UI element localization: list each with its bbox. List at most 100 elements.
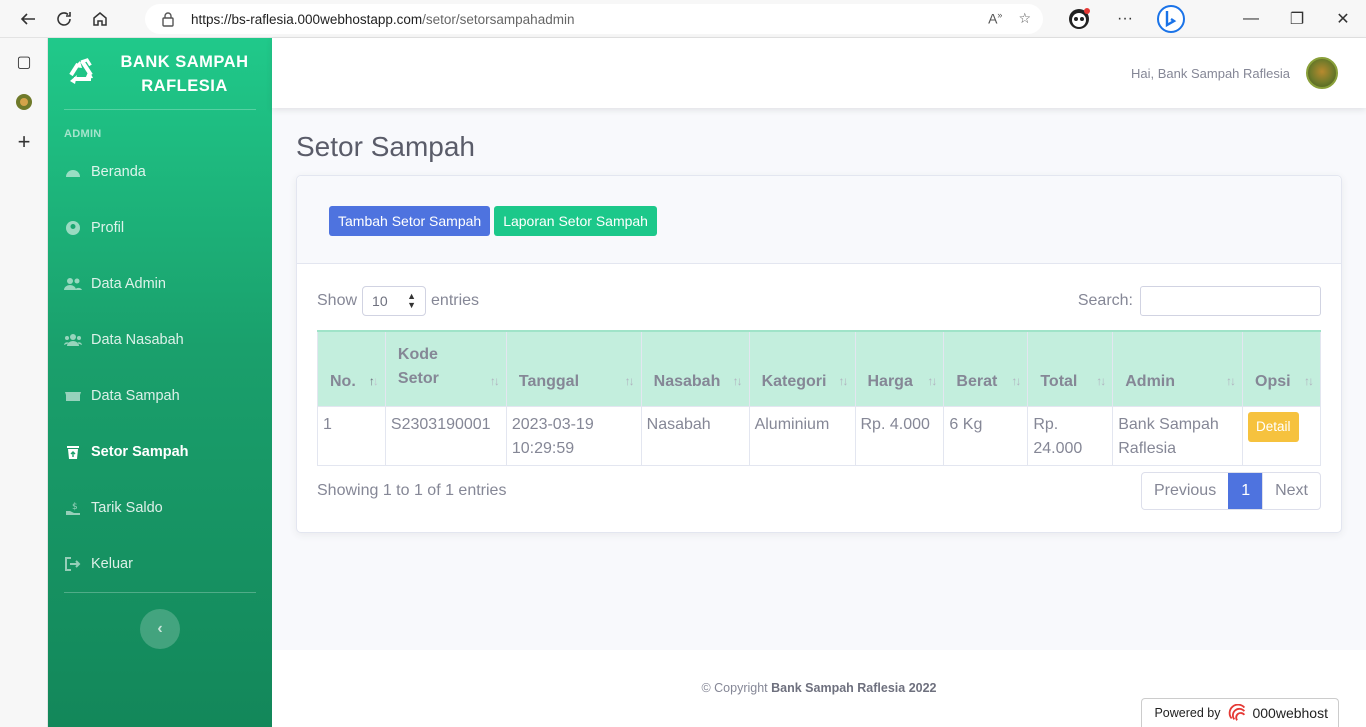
datatable-controls: Show 10 ▲ ▼ entries Search: [317,285,1321,317]
card-header: Tambah Setor Sampah Laporan Setor Sampah [297,176,1341,264]
sidebar-item-data-sampah[interactable]: Data Sampah [48,368,272,424]
brand[interactable]: BANK SAMPAH RAFLESIA [48,38,272,109]
new-tab-icon[interactable]: + [0,122,48,162]
column-header-kategori[interactable]: Kategori ↑↓ [748,330,856,407]
sidebar-item-profil[interactable]: Profil [48,200,272,256]
restore-icon[interactable]: ❐ [1274,0,1320,38]
sidebar-divider-bottom [64,592,256,593]
column-header-opsi[interactable]: Opsi ↑↓ [1242,330,1321,407]
column-header-no[interactable]: No. ↑↓ [317,330,386,407]
user-greeting[interactable]: Hai, Bank Sampah Raflesia [1131,66,1290,81]
report-setor-button[interactable]: Laporan Setor Sampah [494,206,657,236]
sidebar-heading: ADMIN [64,128,102,140]
svg-text:$: $ [72,502,78,512]
webhost-logo-icon [1228,704,1248,721]
table-info: Showing 1 to 1 of 1 entries [317,482,507,499]
cell-berat: 6 Kg [943,405,1029,466]
search-label: Search: [1077,292,1133,309]
pagination: Previous 1 Next [1140,472,1321,510]
sidebar-item-label: Data Sampah [91,388,180,404]
minimize-icon[interactable]: — [1228,0,1274,38]
brand-line2: RAFLESIA [141,76,228,95]
close-window-icon[interactable]: ✕ [1320,0,1366,38]
column-header-kode-setor[interactable]: Kode Setor ↑↓ [384,330,507,407]
tab-actions-icon[interactable]: ▢ [0,42,48,82]
datatable-footer: Showing 1 to 1 of 1 entries Previous 1 N… [317,472,1321,510]
brand-line1: BANK SAMPAH [120,52,249,71]
cell-total: Rp. 24.000 [1027,405,1114,466]
show-label: Show [317,292,358,309]
sidebar-item-label: Data Nasabah [91,332,184,348]
column-header-harga[interactable]: Harga ↑↓ [854,330,945,407]
column-header-nasabah[interactable]: Nasabah ↑↓ [640,330,750,407]
sort-icon: ↑↓ [1226,373,1236,388]
sidebar-item-setor-sampah[interactable]: Setor Sampah [48,424,272,480]
sort-icon: ↑↓ [732,373,743,388]
sidebar-item-data-admin[interactable]: Data Admin [48,256,272,312]
sidebar-toggle-button[interactable]: ‹ [140,609,180,649]
recycle-icon [64,56,100,92]
cell-tanggal: 2023-03-19 10:29:59 [505,405,642,466]
sidebar-item-data-nasabah[interactable]: Data Nasabah [48,312,272,368]
avatar[interactable] [1306,57,1338,89]
url-host: https://bs-raflesia.000webhostapp.com [191,11,423,27]
top-navbar: Hai, Bank Sampah Raflesia [272,38,1366,108]
more-options-icon[interactable]: ··· [1102,0,1148,38]
sidebar-item-label: Data Admin [91,276,166,292]
powered-brand: 000webhost [1252,705,1328,721]
entries-label: entries [431,292,480,309]
hand-money-icon: $ [64,500,82,516]
sidebar-item-beranda[interactable]: Beranda [48,144,272,200]
pagination-previous[interactable]: Previous [1142,473,1228,509]
back-icon[interactable] [10,4,46,34]
browser-side-tabs: ▢ + [0,38,48,727]
sort-asc-icon: ↑↓ [368,373,379,388]
copyright-owner: Bank Sampah Raflesia 2022 [771,681,937,695]
address-bar[interactable]: https://bs-raflesia.000webhostapp.com/se… [145,4,1043,34]
lock-icon [161,11,177,27]
select-caret-icon: ▲ ▼ [407,291,417,310]
pagination-page-1[interactable]: 1 [1228,473,1263,509]
search-input[interactable] [1140,286,1321,316]
table-row: 1 S2303190001 2023-03-19 10:29:59 Nasaba… [317,405,1321,466]
cell-kode-setor: S2303190001 [384,405,507,466]
bing-chat-icon[interactable] [1148,0,1194,38]
extension-panda-icon[interactable] [1056,0,1102,38]
entries-length-select[interactable]: 10 ▲ ▼ [362,286,427,316]
sidebar-item-label: Tarik Saldo [91,500,163,516]
powered-by-badge[interactable]: Powered by 000webhost [1141,698,1339,727]
dumpster-icon [64,388,82,404]
sidebar-item-label: Setor Sampah [91,444,189,460]
favorite-add-icon[interactable]: ☆ [1018,10,1031,27]
pagination-next[interactable]: Next [1262,473,1320,509]
home-icon[interactable] [82,4,118,34]
sort-icon: ↑↓ [1096,373,1106,388]
sort-icon: ↑↓ [1304,373,1314,388]
sidebar-item-keluar[interactable]: Keluar [48,536,272,592]
cell-admin: Bank Sampah Raflesia [1112,405,1243,466]
sort-icon: ↑↓ [624,373,635,388]
column-header-berat[interactable]: Berat ↑↓ [943,330,1029,407]
sort-icon: ↑↓ [838,373,849,388]
add-setor-button[interactable]: Tambah Setor Sampah [329,206,491,236]
cell-kategori: Aluminium [748,405,856,466]
sidebar-item-label: Beranda [91,164,146,180]
user-circle-icon [64,220,82,236]
tab-favicon[interactable] [0,82,48,122]
detail-button[interactable]: Detail [1248,411,1299,442]
column-header-tanggal[interactable]: Tanggal ↑↓ [505,330,642,407]
powered-label: Powered by [1154,706,1221,720]
column-header-total[interactable]: Total ↑↓ [1027,330,1114,407]
sort-icon: ↑↓ [1011,373,1021,388]
page-title: Setor Sampah [296,131,475,162]
logout-icon [64,556,82,572]
reload-icon[interactable] [46,4,82,34]
sidebar-item-tarik-saldo[interactable]: $ Tarik Saldo [48,480,272,536]
sort-icon: ↑↓ [489,373,500,388]
sort-icon: ↑↓ [927,373,937,388]
read-aloud-icon[interactable]: A» [988,10,1002,27]
dashboard-icon [64,164,82,180]
column-header-admin[interactable]: Admin ↑↓ [1112,330,1243,407]
cell-no: 1 [317,405,386,466]
sidebar: BANK SAMPAH RAFLESIA ADMIN Beranda Profi… [48,38,272,727]
